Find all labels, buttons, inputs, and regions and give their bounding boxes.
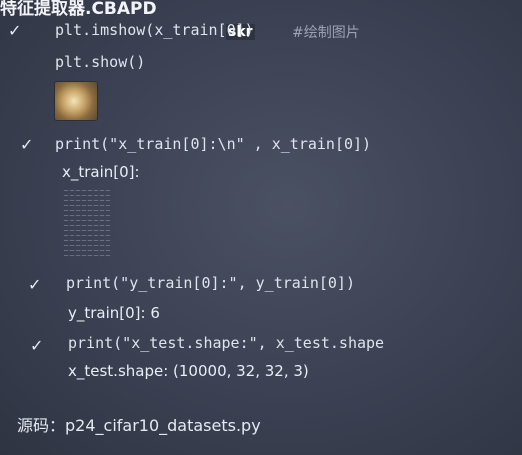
- array-output-block: [64, 190, 110, 260]
- source-file-label: 源码：p24_cifar10_datasets.py: [17, 416, 261, 435]
- output-text: y_train[0]: 6: [68, 304, 160, 322]
- code-line: print("y_train[0]:", y_train[0]): [66, 274, 355, 292]
- image-thumbnail: [55, 82, 97, 120]
- code-line: print("x_train[0]:\n" , x_train[0]): [55, 135, 372, 153]
- check-icon: ✓: [20, 135, 34, 154]
- code-line: plt.show(): [55, 53, 146, 71]
- output-text: x_train[0]:: [62, 163, 140, 181]
- check-icon: ✓: [8, 21, 22, 40]
- code-line: print("x_test.shape:", x_test.shape: [68, 334, 385, 352]
- slide-title: 特征提取器.CBAPD: [0, 0, 157, 19]
- check-icon: ✓: [30, 336, 44, 355]
- code-comment: #绘制图片: [292, 25, 360, 41]
- check-icon: ✓: [28, 275, 42, 294]
- code-line: plt.imshow(x_train[0]): [55, 21, 254, 39]
- output-text: x_test.shape: (10000, 32, 32, 3): [68, 362, 309, 380]
